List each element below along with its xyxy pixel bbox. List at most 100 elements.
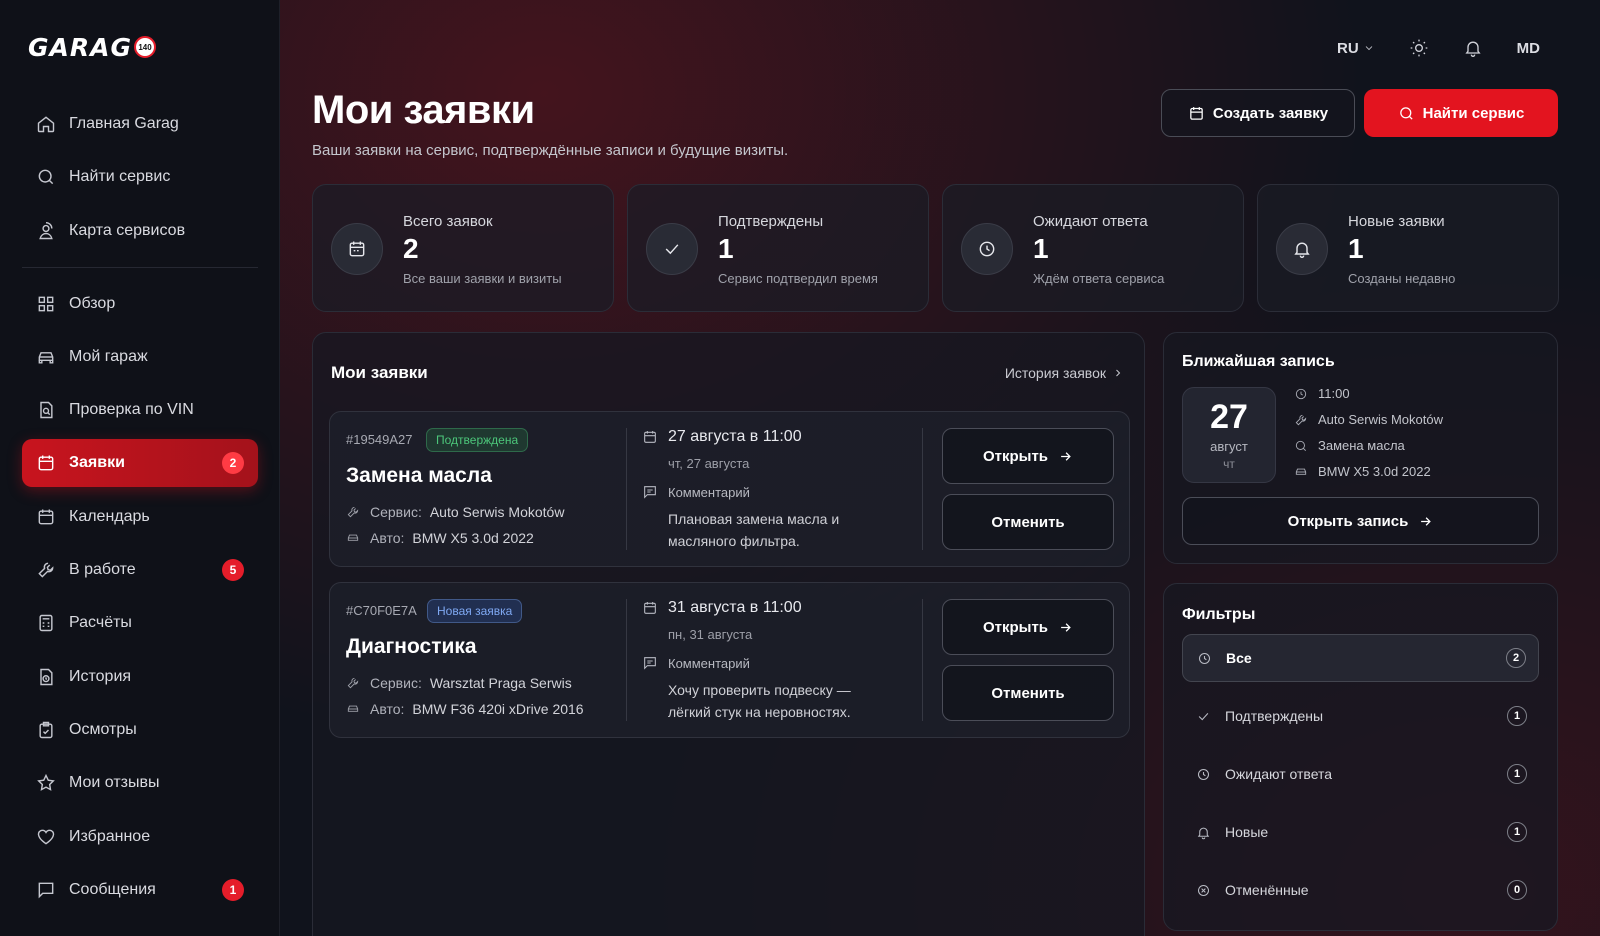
sidebar-item-overview[interactable]: Обзор bbox=[22, 280, 258, 328]
logo[interactable]: GARAG 140 bbox=[28, 30, 156, 64]
open-appointment-button[interactable]: Открыть запись bbox=[1182, 497, 1539, 545]
clipboard-icon bbox=[39, 721, 53, 739]
home-icon bbox=[37, 116, 55, 133]
stat-card-awaiting: Ожидают ответа 1 Ждём ответа сервиса bbox=[942, 184, 1244, 312]
filter-awaiting[interactable]: Ожидают ответа 1 bbox=[1182, 750, 1539, 798]
sidebar-item-my-reviews[interactable]: Мои отзывы bbox=[22, 759, 258, 807]
cancel-label: Отменить bbox=[991, 684, 1065, 702]
sidebar-item-calendar[interactable]: Календарь bbox=[22, 493, 258, 541]
map-pin-icon bbox=[39, 221, 53, 239]
stat-value: 1 bbox=[718, 233, 734, 264]
request-comment: Плановая замена масла и масляного фильтр… bbox=[668, 511, 840, 549]
open-request-button[interactable]: Открыть bbox=[942, 599, 1114, 655]
bell-icon bbox=[1197, 827, 1210, 839]
sidebar-item-label: Заявки bbox=[69, 454, 125, 472]
calendar-icon bbox=[644, 602, 656, 614]
request-comment-label: Комментарий bbox=[642, 655, 750, 671]
sidebar-nav: Главная Garag Найти сервис Карта сервисо… bbox=[22, 100, 258, 919]
sidebar-item-my-garage[interactable]: Мой гараж bbox=[22, 333, 258, 381]
topbar: RU MD bbox=[1337, 38, 1540, 58]
sidebar-item-label: Сообщения bbox=[69, 880, 156, 898]
sidebar-item-label: В работе bbox=[69, 561, 136, 579]
sidebar-item-label: Расчёты bbox=[69, 614, 132, 632]
bell-icon bbox=[1294, 242, 1310, 258]
filter-count: 1 bbox=[1507, 764, 1527, 784]
car-value: BMW X5 3.0d 2022 bbox=[412, 530, 534, 546]
cancel-label: Отменить bbox=[991, 513, 1065, 531]
sidebar-item-home[interactable]: Главная Garag bbox=[22, 100, 258, 148]
sidebar-item-inspections[interactable]: Осмотры bbox=[22, 706, 258, 754]
clock-icon bbox=[1198, 652, 1211, 664]
divider bbox=[626, 428, 627, 550]
car-icon bbox=[38, 352, 54, 364]
request-id: #C70F0E7A bbox=[346, 603, 417, 618]
page-title: Мои заявки bbox=[312, 88, 535, 132]
user-avatar[interactable]: MD bbox=[1517, 40, 1540, 57]
language-selector[interactable]: RU bbox=[1337, 40, 1375, 57]
sidebar-item-favorites[interactable]: Избранное bbox=[22, 813, 258, 861]
bell-icon[interactable] bbox=[1463, 38, 1483, 58]
sidebar-item-messages[interactable]: Сообщения 1 bbox=[22, 866, 258, 914]
calendar-icon bbox=[644, 431, 656, 443]
car-label: Авто: bbox=[370, 530, 405, 546]
filter-confirmed[interactable]: Подтверждены 1 bbox=[1182, 692, 1539, 740]
request-id: #19549A27 bbox=[346, 432, 413, 447]
request-day: пн, 31 августа bbox=[668, 627, 753, 642]
stat-label: Ожидают ответа bbox=[1033, 213, 1148, 230]
create-request-button[interactable]: Создать заявку bbox=[1161, 89, 1355, 137]
stat-description: Все ваши заявки и визиты bbox=[403, 271, 562, 286]
chevron-down-icon bbox=[1365, 46, 1372, 51]
sidebar-item-find-service[interactable]: Найти сервис bbox=[22, 153, 258, 201]
open-appointment-label: Открыть запись bbox=[1287, 512, 1409, 530]
filter-label: Все bbox=[1226, 650, 1252, 666]
stat-value: 1 bbox=[1033, 233, 1049, 264]
star-icon bbox=[37, 774, 55, 792]
cancel-request-button[interactable]: Отменить bbox=[942, 494, 1114, 550]
stat-value: 1 bbox=[1348, 233, 1364, 264]
request-date: 27 августа в 11:00 bbox=[642, 428, 802, 446]
filter-cancelled[interactable]: Отменённые 0 bbox=[1182, 866, 1539, 914]
history-icon bbox=[40, 668, 53, 685]
request-service: Сервис: Warsztat Praga Serwis bbox=[346, 675, 572, 691]
sidebar-item-label: Календарь bbox=[69, 507, 150, 525]
car-value: BMW F36 420i xDrive 2016 bbox=[412, 701, 584, 717]
sidebar-item-history[interactable]: История bbox=[22, 653, 258, 701]
wrench-icon bbox=[38, 562, 54, 578]
message-icon bbox=[38, 882, 54, 899]
sidebar-item-in-progress[interactable]: В работе 5 bbox=[22, 546, 258, 594]
status-badge: Подтверждена bbox=[426, 428, 529, 452]
stat-description: Сервис подтвердил время bbox=[718, 271, 878, 286]
car-icon bbox=[347, 534, 359, 541]
cancel-request-button[interactable]: Отменить bbox=[942, 665, 1114, 721]
request-card: #C70F0E7A Новая заявка Диагностика Серви… bbox=[329, 582, 1130, 738]
panel-title: Ближайшая запись bbox=[1182, 353, 1335, 370]
request-title: Замена масла bbox=[346, 464, 492, 487]
stat-description: Ждём ответа сервиса bbox=[1033, 271, 1165, 286]
comment-label: Комментарий bbox=[668, 484, 750, 500]
request-comment-label: Комментарий bbox=[642, 484, 750, 500]
stat-label: Подтверждены bbox=[718, 213, 824, 230]
sidebar-item-requests[interactable]: Заявки 2 bbox=[22, 439, 258, 488]
sidebar-item-service-map[interactable]: Карта сервисов bbox=[22, 207, 258, 255]
appointment-job-value: Замена масла bbox=[1318, 438, 1405, 453]
open-request-button[interactable]: Открыть bbox=[942, 428, 1114, 484]
sidebar-item-label: Проверка по VIN bbox=[69, 401, 194, 419]
filter-new[interactable]: Новые 1 bbox=[1182, 808, 1539, 856]
filter-label: Новые bbox=[1225, 824, 1269, 840]
sun-icon[interactable] bbox=[1409, 38, 1429, 58]
stat-card-total: Всего заявок 2 Все ваши заявки и визиты bbox=[312, 184, 614, 312]
sidebar-item-vin-check[interactable]: Проверка по VIN bbox=[22, 386, 258, 434]
stat-label: Всего заявок bbox=[403, 213, 493, 230]
request-comment: Хочу проверить подвеску — лёгкий стук на… bbox=[668, 682, 851, 720]
filter-all[interactable]: Все 2 bbox=[1182, 634, 1539, 682]
sidebar-item-label: Карта сервисов bbox=[69, 221, 186, 239]
document-search-icon bbox=[40, 401, 53, 419]
search-icon bbox=[1399, 106, 1413, 120]
sidebar: GARAG 140 Главная Garag Найти сервис Кар… bbox=[0, 0, 280, 936]
find-service-button[interactable]: Найти сервис bbox=[1364, 89, 1558, 137]
request-car: Авто: BMW X5 3.0d 2022 bbox=[346, 530, 534, 546]
logo-text: GARAG bbox=[28, 32, 132, 62]
stat-icon bbox=[331, 223, 383, 275]
history-link[interactable]: История заявок bbox=[1005, 365, 1124, 381]
sidebar-item-calculations[interactable]: Расчёты bbox=[22, 599, 258, 647]
